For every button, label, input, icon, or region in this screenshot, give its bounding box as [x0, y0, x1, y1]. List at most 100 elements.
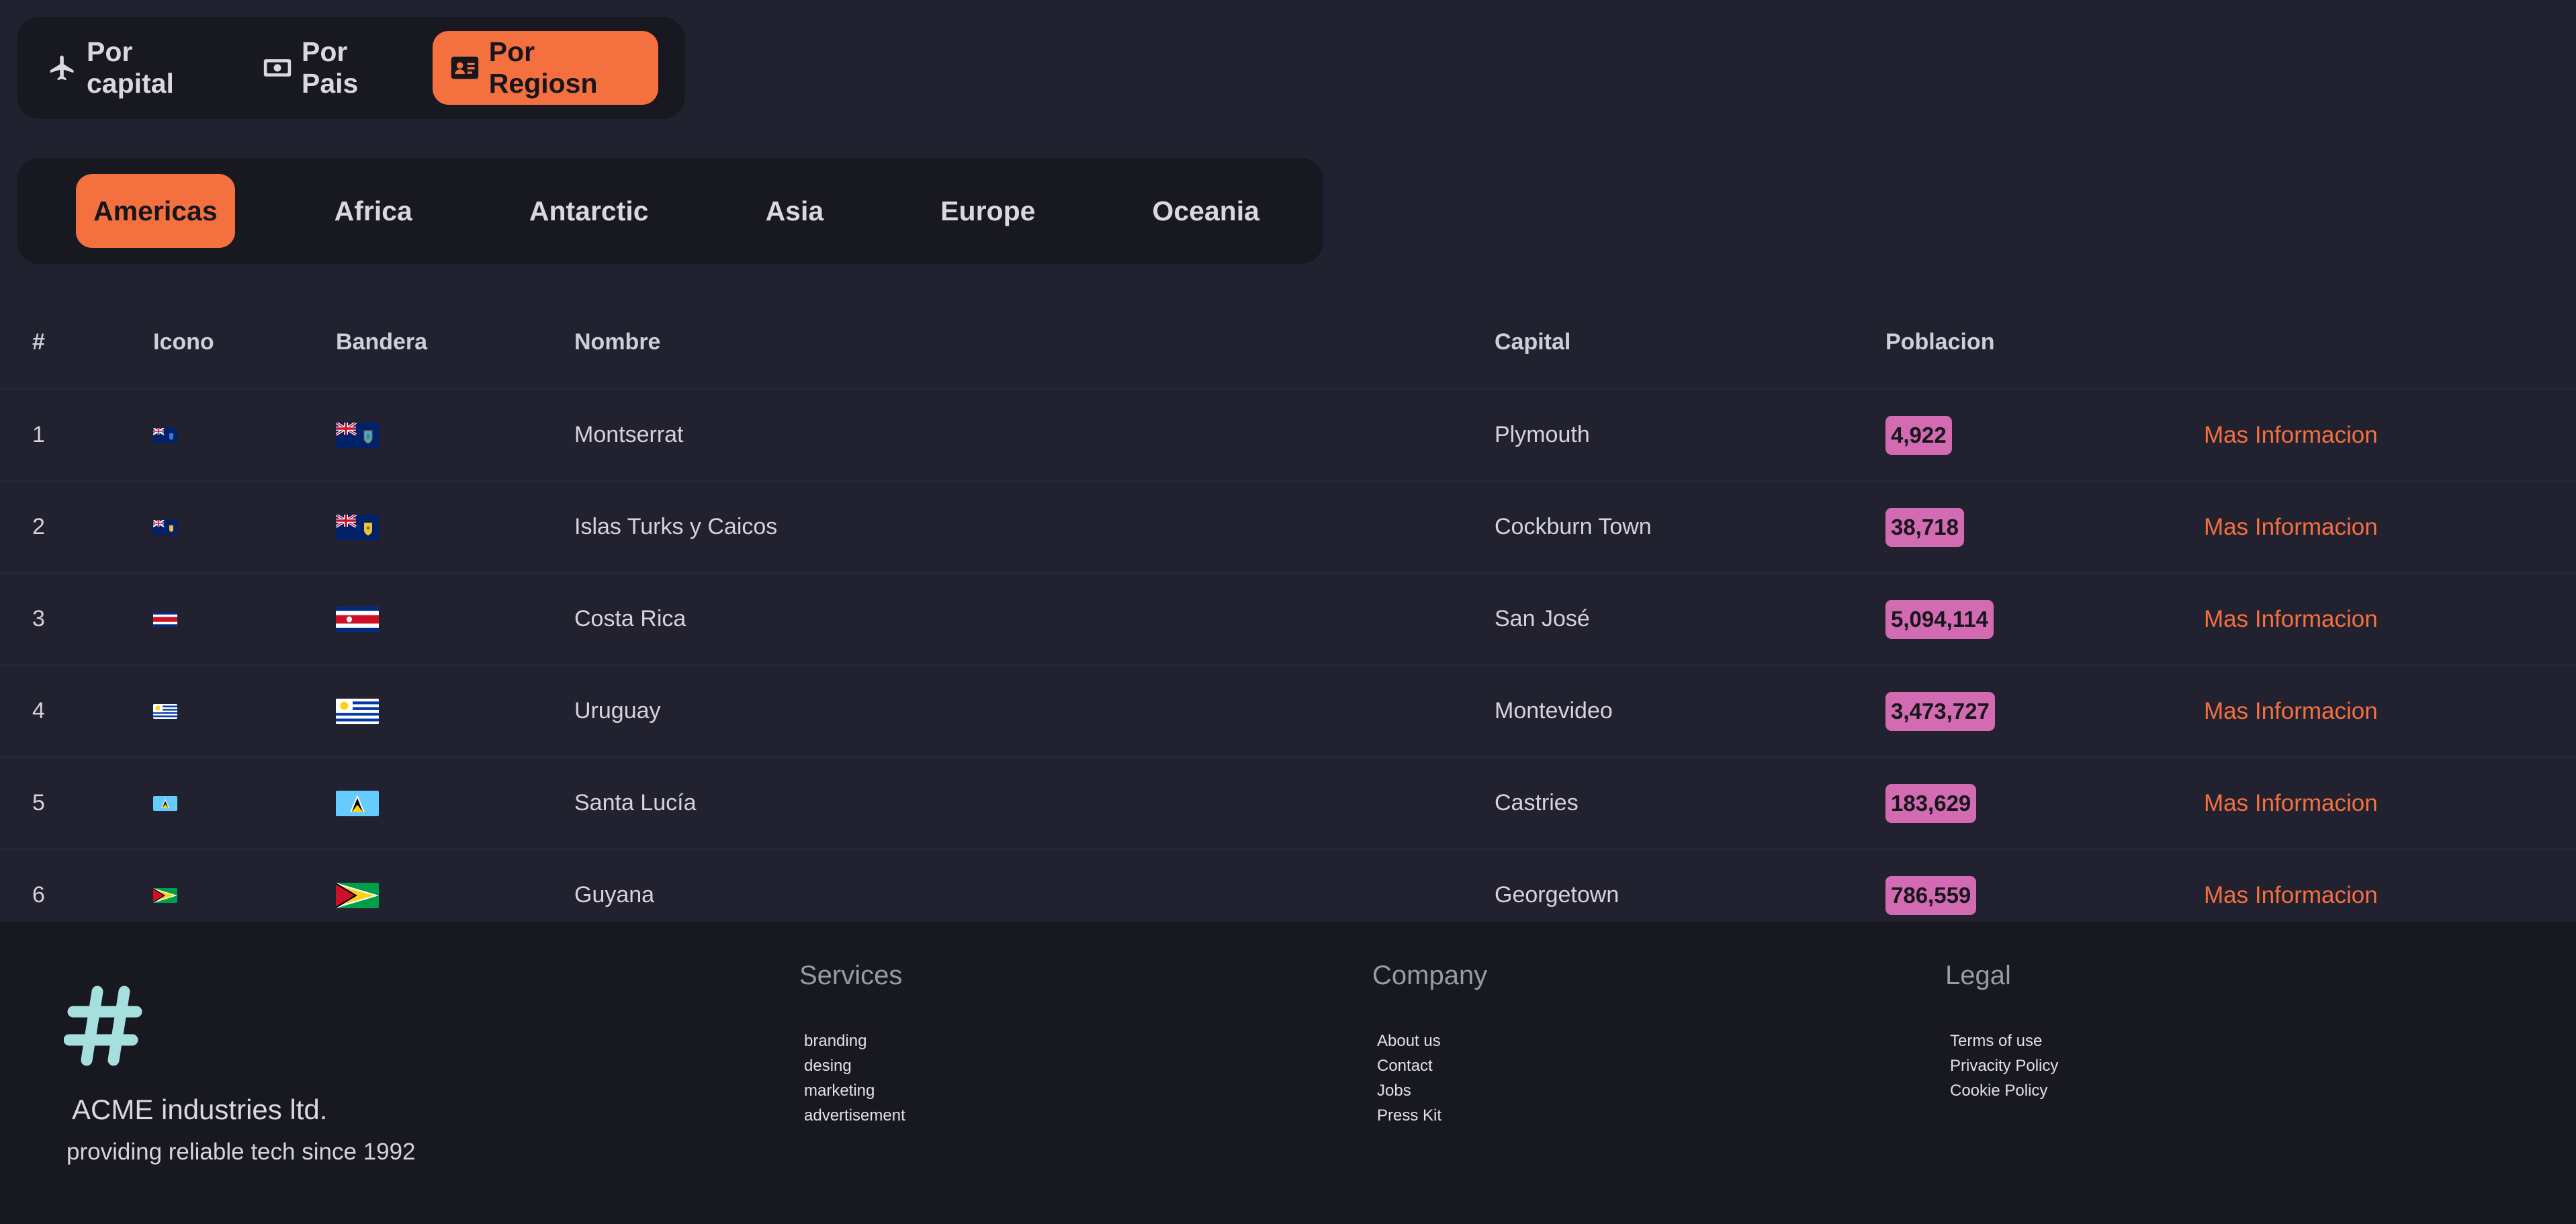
- more-info-link[interactable]: Mas Informacion: [2204, 514, 2378, 541]
- more-info-link[interactable]: Mas Informacion: [2204, 882, 2378, 909]
- population-cell: 183,629: [1885, 758, 1977, 848]
- footer-link[interactable]: advertisement: [799, 1103, 905, 1128]
- tab-por-region[interactable]: Por Regiosn: [432, 31, 658, 105]
- brand-name: ACME industries ltd.: [72, 1094, 328, 1125]
- hashtag-icon: [64, 986, 142, 1066]
- tab-africa[interactable]: Africa: [317, 174, 430, 248]
- country-name: Islas Turks y Caicos: [574, 514, 778, 539]
- country-name: Montserrat: [574, 422, 684, 447]
- row-flag: [336, 574, 379, 664]
- footer-column-legal: Legal Terms of use Privacity Policy Cook…: [1945, 961, 2058, 1103]
- population-cell: 38,718: [1885, 482, 1964, 572]
- table-row: 3 Costa Rica San José 5,094,114 Mas Info…: [0, 574, 2576, 666]
- table-row: 2 Islas Turks y Caicos Cockburn Town 38,…: [0, 482, 2576, 574]
- column-header-name: Nombre: [574, 329, 661, 355]
- capital-name: Cockburn Town: [1495, 514, 1652, 539]
- table-row: 1 Montserrat Plymouth 4,922 Mas Informac…: [0, 390, 2576, 482]
- more-info-cell: Mas Informacion: [2204, 574, 2378, 664]
- table-row: 5 Santa Lucía Castries 183,629 Mas Infor…: [0, 758, 2576, 850]
- more-info-cell: Mas Informacion: [2204, 666, 2378, 756]
- more-info-cell: Mas Informacion: [2204, 482, 2378, 572]
- population-badge: 38,718: [1885, 507, 1964, 547]
- column-header-flag: Bandera: [336, 329, 428, 355]
- table-row: 4 Uruguay Montevideo 3,473,727 Mas Infor…: [0, 666, 2576, 758]
- capital-name: San José: [1495, 606, 1590, 631]
- montserrat-flag-icon: [336, 422, 379, 448]
- population-badge: 183,629: [1885, 783, 1977, 823]
- table-header: # Icono Bandera Nombre Capital Poblacion: [0, 296, 2576, 390]
- population-badge: 4,922: [1885, 415, 1952, 455]
- more-info-cell: Mas Informacion: [2204, 758, 2378, 848]
- row-icon: [153, 390, 177, 480]
- population-cell: 5,094,114: [1885, 574, 1994, 664]
- row-number: 5: [32, 790, 45, 816]
- tab-por-pais[interactable]: Por Pais: [247, 31, 420, 105]
- population-cell: 4,922: [1885, 390, 1952, 480]
- country-name: Costa Rica: [574, 606, 686, 631]
- row-flag: [336, 482, 379, 572]
- column-header-num: #: [32, 329, 45, 355]
- footer-link[interactable]: Terms of use: [1945, 1029, 2058, 1053]
- turks-caicos-flag-icon: [153, 519, 177, 535]
- search-mode-tabs: Por capital Por Pais Por Regiosn: [17, 17, 685, 119]
- tab-oceania[interactable]: Oceania: [1135, 174, 1277, 248]
- tab-label: Por Pais: [301, 36, 359, 99]
- page: Por capital Por Pais Por Regiosn America…: [0, 0, 2576, 1224]
- plane-icon: [50, 55, 74, 81]
- saint-lucia-flag-icon: [153, 795, 177, 811]
- footer-link[interactable]: Jobs: [1372, 1078, 1487, 1103]
- footer-link[interactable]: desing: [799, 1053, 905, 1078]
- footer: ACME industries ltd. providing reliable …: [0, 922, 2576, 1224]
- region-tabs: Americas Africa Antarctic Asia Europe Oc…: [17, 158, 1323, 264]
- footer-link[interactable]: branding: [799, 1029, 905, 1053]
- montserrat-flag-icon: [153, 427, 177, 443]
- more-info-link[interactable]: Mas Informacion: [2204, 698, 2378, 725]
- footer-link[interactable]: Contact: [1372, 1053, 1487, 1078]
- id-card-icon: [451, 56, 478, 79]
- costa-rica-flag-icon: [153, 611, 177, 627]
- more-info-link[interactable]: Mas Informacion: [2204, 422, 2378, 449]
- footer-column-services: Services branding desing marketing adver…: [799, 961, 905, 1128]
- row-number: 3: [32, 606, 45, 631]
- row-icon: [153, 758, 177, 848]
- row-icon: [153, 574, 177, 664]
- more-info-link[interactable]: Mas Informacion: [2204, 790, 2378, 817]
- row-number: 4: [32, 698, 45, 724]
- tab-antarctic[interactable]: Antarctic: [512, 174, 666, 248]
- population-cell: 3,473,727: [1885, 666, 1995, 756]
- row-flag: [336, 758, 379, 848]
- footer-link[interactable]: marketing: [799, 1078, 905, 1103]
- column-header-icon: Icono: [153, 329, 214, 355]
- tab-europe[interactable]: Europe: [923, 174, 1053, 248]
- saint-lucia-flag-icon: [336, 790, 379, 816]
- row-number: 1: [32, 422, 45, 447]
- tab-americas[interactable]: Americas: [76, 174, 235, 248]
- population-badge: 5,094,114: [1885, 599, 1994, 639]
- footer-link[interactable]: Cookie Policy: [1945, 1078, 2058, 1103]
- row-icon: [153, 666, 177, 756]
- footer-link[interactable]: Press Kit: [1372, 1103, 1487, 1128]
- turks-caicos-flag-icon: [336, 514, 379, 540]
- footer-column-title: Legal: [1945, 961, 2011, 990]
- population-badge: 786,559: [1885, 875, 1977, 915]
- uruguay-flag-icon: [336, 698, 379, 724]
- countries-table: # Icono Bandera Nombre Capital Poblacion…: [0, 296, 2576, 942]
- footer-column-title: Services: [799, 961, 903, 990]
- tab-label: Por Regiosn: [488, 36, 598, 99]
- capital-name: Montevideo: [1495, 698, 1613, 724]
- money-bill-icon: [263, 59, 292, 77]
- uruguay-flag-icon: [153, 703, 177, 719]
- column-header-population: Poblacion: [1885, 329, 1995, 355]
- footer-column-title: Company: [1372, 961, 1488, 990]
- more-info-cell: Mas Informacion: [2204, 390, 2378, 480]
- more-info-link[interactable]: Mas Informacion: [2204, 606, 2378, 633]
- footer-link[interactable]: Privacity Policy: [1945, 1053, 2058, 1078]
- capital-name: Plymouth: [1495, 422, 1590, 447]
- row-flag: [336, 666, 379, 756]
- tab-por-capital[interactable]: Por capital: [32, 31, 234, 105]
- tab-asia[interactable]: Asia: [748, 174, 842, 248]
- footer-link[interactable]: About us: [1372, 1029, 1487, 1053]
- tab-label: Por capital: [87, 36, 174, 99]
- footer-column-company: Company About us Contact Jobs Press Kit: [1372, 961, 1487, 1128]
- row-icon: [153, 482, 177, 572]
